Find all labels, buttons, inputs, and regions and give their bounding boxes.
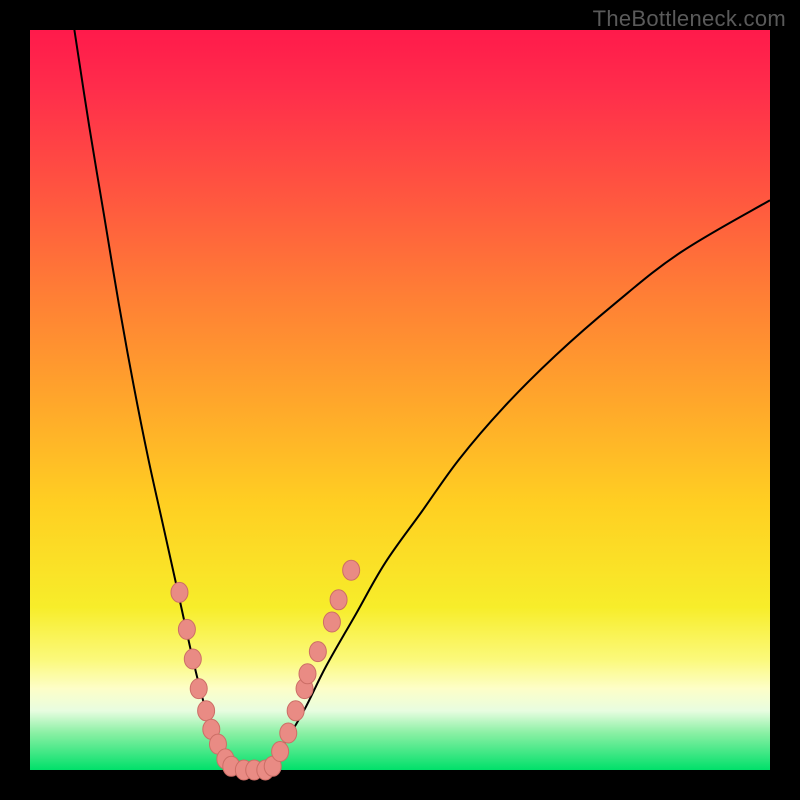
data-marker — [323, 612, 340, 632]
data-marker — [198, 701, 215, 721]
marker-group — [171, 560, 360, 780]
data-marker — [330, 590, 347, 610]
data-marker — [299, 664, 316, 684]
data-marker — [309, 642, 326, 662]
chart-overlay — [30, 30, 770, 770]
data-marker — [184, 649, 201, 669]
data-marker — [280, 723, 297, 743]
watermark-text: TheBottleneck.com — [593, 6, 786, 32]
data-marker — [272, 742, 289, 762]
data-marker — [287, 701, 304, 721]
data-marker — [343, 560, 360, 580]
left-curve — [74, 30, 237, 770]
data-marker — [178, 619, 195, 639]
data-marker — [190, 679, 207, 699]
data-marker — [171, 582, 188, 602]
right-curve — [267, 200, 770, 770]
